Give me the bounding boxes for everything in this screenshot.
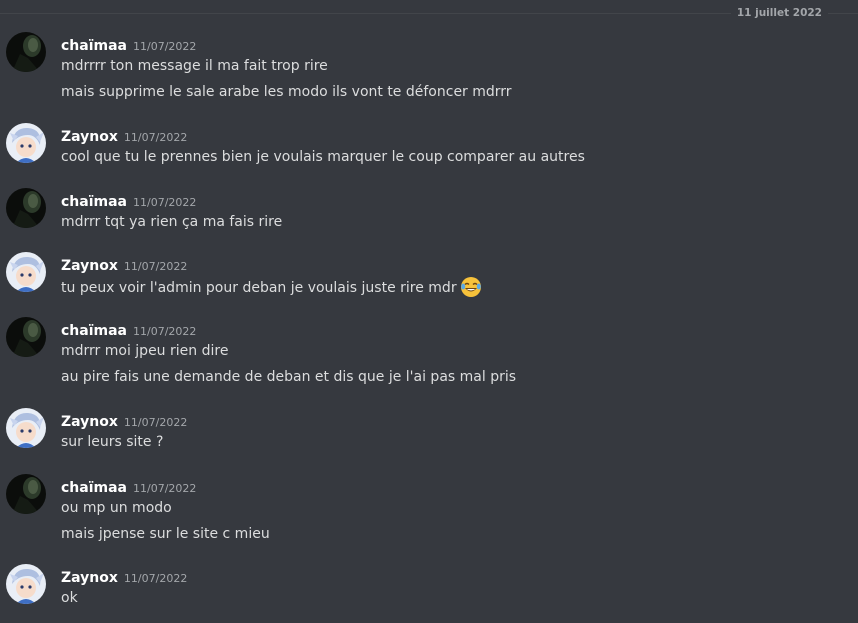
message-header: Zaynox 11/07/2022 bbox=[61, 255, 187, 275]
username[interactable]: Zaynox bbox=[61, 414, 118, 430]
username[interactable]: Zaynox bbox=[61, 258, 118, 274]
avatar[interactable] bbox=[6, 252, 46, 292]
avatar[interactable] bbox=[6, 317, 46, 357]
message-header: Zaynox 11/07/2022 bbox=[61, 126, 187, 146]
date-divider bbox=[0, 13, 858, 14]
username[interactable]: chaïmaa bbox=[61, 38, 127, 54]
message-text: ok bbox=[61, 590, 78, 606]
avatar[interactable] bbox=[6, 474, 46, 514]
message-text: tu peux voir l'admin pour deban je voula… bbox=[61, 280, 457, 296]
username[interactable]: Zaynox bbox=[61, 129, 118, 145]
timestamp: 11/07/2022 bbox=[133, 482, 197, 495]
message-text: mais jpense sur le site c mieu bbox=[61, 526, 270, 542]
message-text: mdrrr moi jpeu rien dire bbox=[61, 343, 229, 359]
timestamp: 11/07/2022 bbox=[123, 131, 188, 144]
date-divider-label: 11 juillet 2022 bbox=[730, 6, 828, 20]
message-text: ou mp un modo bbox=[61, 500, 172, 516]
timestamp: 11/07/2022 bbox=[123, 572, 188, 585]
message-header: chaïmaa 11/07/2022 bbox=[61, 191, 196, 211]
timestamp: 11/07/2022 bbox=[123, 260, 188, 273]
message-text: mdrrrr ton message il ma fait trop rire bbox=[61, 58, 328, 74]
joy-emoji-icon bbox=[460, 276, 482, 298]
avatar[interactable] bbox=[6, 564, 46, 604]
avatar[interactable] bbox=[6, 123, 46, 163]
username[interactable]: chaïmaa bbox=[61, 323, 127, 339]
message-header: Zaynox 11/07/2022 bbox=[61, 411, 187, 431]
message-header: chaïmaa 11/07/2022 bbox=[61, 320, 196, 340]
username[interactable]: chaïmaa bbox=[61, 194, 127, 210]
message-text: au pire fais une demande de deban et dis… bbox=[61, 369, 517, 385]
message-text: cool que tu le prennes bien je voulais m… bbox=[61, 149, 585, 165]
timestamp: 11/07/2022 bbox=[123, 416, 188, 429]
message-text: sur leurs site ? bbox=[61, 434, 164, 450]
message-text: mdrrr tqt ya rien ça ma fais rire bbox=[61, 214, 283, 230]
username[interactable]: Zaynox bbox=[61, 570, 118, 586]
timestamp: 11/07/2022 bbox=[133, 40, 197, 53]
message-header: chaïmaa 11/07/2022 bbox=[61, 477, 196, 497]
avatar[interactable] bbox=[6, 188, 46, 228]
message-text: mais supprime le sale arabe les modo ils… bbox=[61, 84, 512, 100]
chat-message-list: 11 juillet 2022 chaïmaa 11/07/2022 mdrrrr… bbox=[0, 0, 858, 623]
timestamp: 11/07/2022 bbox=[133, 325, 197, 338]
timestamp: 11/07/2022 bbox=[133, 196, 197, 209]
username[interactable]: chaïmaa bbox=[61, 480, 127, 496]
message-header: chaïmaa 11/07/2022 bbox=[61, 35, 196, 55]
avatar[interactable] bbox=[6, 408, 46, 448]
message-header: Zaynox 11/07/2022 bbox=[61, 567, 187, 587]
avatar[interactable] bbox=[6, 32, 46, 72]
message-line: tu peux voir l'admin pour deban je voula… bbox=[61, 276, 482, 298]
